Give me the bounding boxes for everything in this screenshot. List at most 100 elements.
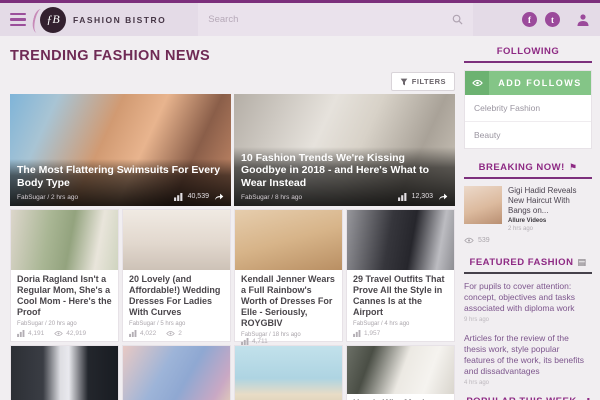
chart-icon <box>173 192 183 201</box>
article-photo <box>123 346 230 400</box>
article-card-travel-outfits[interactable]: 29 Travel Outfits That Prove All the Sty… <box>346 209 455 342</box>
article-card[interactable] <box>10 345 119 400</box>
article-card-meghan[interactable]: Here's Why Meghan <box>346 345 455 400</box>
hamburger-menu-icon[interactable] <box>10 12 26 27</box>
article-photo <box>123 210 230 270</box>
article-title: Articles for the review of the thesis wo… <box>464 333 585 377</box>
chart-icon <box>397 192 407 201</box>
filters-button[interactable]: FILTERS <box>390 72 455 91</box>
featured-fashion-label: FEATURED FASHION <box>469 257 574 268</box>
article-photo <box>347 210 454 270</box>
divider <box>464 61 592 63</box>
add-follows-label: ADD FOLLOWS <box>498 78 582 88</box>
stat-value: 42,919 <box>66 330 87 337</box>
chart-icon <box>129 330 137 337</box>
article-grid-bottom: Here's Why Meghan <box>10 345 455 400</box>
article-title: The Most Flattering Swimsuits For Every … <box>17 164 221 189</box>
app-header: ƒB FASHION BISTRO f t <box>0 3 600 36</box>
article-photo <box>347 346 454 394</box>
article-byline: FabSugar / 4 hrs ago <box>353 320 410 327</box>
article-photo <box>235 346 342 400</box>
featured-article[interactable]: Articles for the review of the thesis wo… <box>464 333 592 386</box>
card-overlay: The Most Flattering Swimsuits For Every … <box>10 159 231 206</box>
add-follows-button[interactable]: ADD FOLLOWS <box>465 71 591 95</box>
article-title: For pupils to cover attention: concept, … <box>464 281 576 314</box>
article-card-wedding-dresses[interactable]: 20 Lovely (and Affordable!) Wedding Dres… <box>122 209 231 342</box>
article-card-doria[interactable]: Doria Ragland Isn't a Regular Mom, She's… <box>10 209 119 342</box>
featured-card-trends[interactable]: 10 Fashion Trends We're Kissing Goodbye … <box>234 94 455 206</box>
page-content: TRENDING FASHION NEWS FILTERS The Most F… <box>0 36 600 400</box>
chart-icon <box>17 330 25 337</box>
user-account-icon[interactable] <box>576 13 590 27</box>
brand-logo[interactable]: ƒB FASHION BISTRO <box>40 6 167 33</box>
article-author: Allure Videos <box>508 218 547 224</box>
article-byline: FabSugar / 5 hrs ago <box>129 320 186 327</box>
filters-label: FILTERS <box>411 77 446 86</box>
search-input[interactable] <box>208 14 453 25</box>
popular-week-label: POPULAR THIS WEEK <box>466 396 576 400</box>
eye-icon <box>166 330 176 337</box>
stat-value: 4,711 <box>252 337 268 345</box>
article-byline: FabSugar / 20 hrs ago <box>17 320 77 327</box>
view-count: 539 <box>478 237 490 244</box>
page-title: TRENDING FASHION NEWS <box>10 48 211 64</box>
article-title: Doria Ragland Isn't a Regular Mom, She's… <box>17 274 112 317</box>
article-title: Kendall Jenner Wears a Full Rainbow's Wo… <box>241 274 335 328</box>
article-title: Here's Why Meghan <box>347 394 454 400</box>
divider <box>464 177 592 179</box>
follow-item-beauty[interactable]: Beauty <box>465 122 591 148</box>
article-card-kendall[interactable]: Kendall Jenner Wears a Full Rainbow's Wo… <box>234 209 343 345</box>
popular-week-heading: POPULAR THIS WEEK <box>464 396 592 400</box>
featured-card-swimsuits[interactable]: The Most Flattering Swimsuits For Every … <box>10 94 231 206</box>
article-byline: FabSugar / 2 hrs ago <box>17 194 79 201</box>
article-title: 10 Fashion Trends We're Kissing Goodbye … <box>241 151 430 189</box>
eye-icon <box>54 330 64 337</box>
article-meta: 9 hrs ago <box>464 317 490 324</box>
breaking-article[interactable]: Gigi Hadid Reveals New Haircut With Bang… <box>464 186 592 232</box>
facebook-icon[interactable]: f <box>522 12 537 27</box>
filters-row: FILTERS <box>10 72 455 92</box>
divider <box>464 272 592 274</box>
article-card[interactable] <box>122 345 231 400</box>
following-box: ADD FOLLOWS Celebrity Fashion Beauty <box>464 70 592 149</box>
breaking-article-stats: 539 <box>464 237 592 244</box>
share-icon[interactable] <box>214 192 224 201</box>
article-meta: 4 hrs ago <box>464 380 490 387</box>
view-count: 12,303 <box>411 193 433 200</box>
article-byline: FabSugar / 8 hrs ago <box>241 194 303 201</box>
featured-article[interactable]: For pupils to cover attention: concept, … <box>464 281 592 323</box>
chart-icon <box>241 337 249 345</box>
share-icon[interactable] <box>438 192 448 201</box>
search-icon[interactable] <box>452 14 463 25</box>
featured-grid: The Most Flattering Swimsuits For Every … <box>10 94 455 206</box>
search-box <box>198 3 474 36</box>
breaking-now-heading: BREAKING NOW! ⚑ <box>464 162 592 173</box>
chart-icon <box>353 330 361 337</box>
article-photo <box>11 210 118 270</box>
document-icon: ▤ <box>577 257 587 267</box>
stat-value: 1,957 <box>364 330 381 337</box>
header-social-group: f t <box>522 12 590 27</box>
article-title: 20 Lovely (and Affordable!) Wedding Dres… <box>129 274 221 317</box>
funnel-icon <box>400 78 408 86</box>
stat-value: 4,191 <box>28 330 45 337</box>
stat-value: 4,022 <box>140 330 157 337</box>
article-title: 29 Travel Outfits That Prove All the Sty… <box>353 274 445 317</box>
featured-fashion-heading: FEATURED FASHION ▤ <box>464 257 592 268</box>
brand-name: FASHION BISTRO <box>73 14 167 25</box>
stat-value: 2 <box>178 330 182 337</box>
breaking-now-label: BREAKING NOW! <box>478 162 565 173</box>
follow-item-celebrity-fashion[interactable]: Celebrity Fashion <box>465 95 591 122</box>
article-photo <box>11 346 118 400</box>
main-column: TRENDING FASHION NEWS FILTERS The Most F… <box>10 44 455 400</box>
logo-icon: ƒB <box>40 6 66 33</box>
article-time: 2 hrs ago <box>508 226 534 232</box>
article-photo <box>235 210 342 270</box>
article-title: Gigi Hadid Reveals New Haircut With Bang… <box>508 186 577 215</box>
eye-icon <box>464 237 474 244</box>
twitter-icon[interactable]: t <box>545 12 560 27</box>
eye-icon <box>465 71 489 95</box>
card-overlay: 10 Fashion Trends We're Kissing Goodbye … <box>234 146 455 206</box>
article-card[interactable] <box>234 345 343 400</box>
sidebar: FOLLOWING ADD FOLLOWS Celebrity Fashion … <box>464 44 592 400</box>
